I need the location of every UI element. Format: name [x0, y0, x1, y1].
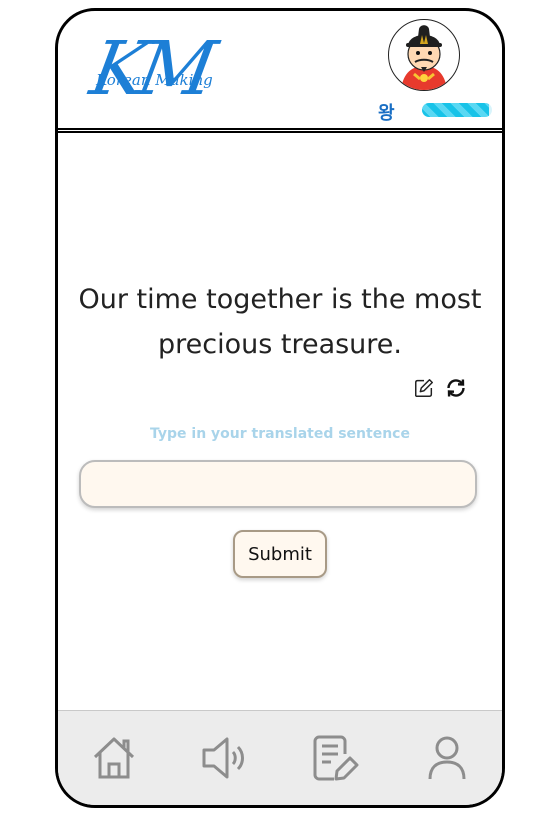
app-logo[interactable]: KM Korean Making — [84, 26, 214, 119]
app-header: KM Korean Making 왕 — [58, 11, 502, 129]
logo-subtitle: Korean Making — [96, 71, 213, 89]
level-progress — [422, 103, 492, 117]
quiz-icon — [313, 735, 359, 781]
level-progress-fill — [422, 103, 489, 117]
translation-input[interactable] — [79, 460, 477, 508]
king-avatar-icon — [401, 25, 447, 90]
user-rank: 왕 — [378, 103, 395, 124]
app-frame: KM Korean Making 왕 Our time together is … — [55, 8, 505, 808]
nav-sound[interactable] — [199, 733, 249, 783]
logo-mark: KM — [84, 26, 215, 112]
refresh-button[interactable] — [444, 376, 468, 400]
home-icon — [93, 737, 135, 779]
speaker-icon — [202, 737, 244, 779]
header-divider — [58, 128, 502, 133]
submit-button[interactable]: Submit — [233, 530, 327, 578]
edit-icon — [415, 379, 433, 397]
source-sentence: Our time together is the most precious t… — [78, 284, 482, 360]
refresh-icon — [447, 379, 465, 397]
nav-profile[interactable] — [422, 733, 472, 783]
edit-button[interactable] — [412, 376, 436, 400]
avatar[interactable] — [388, 19, 460, 91]
nav-quiz[interactable] — [311, 733, 361, 783]
bottom-navigation — [58, 710, 502, 805]
sentence-tools — [412, 376, 468, 400]
user-icon — [428, 736, 466, 780]
translation-instruction: Type in your translated sentence — [150, 426, 410, 442]
nav-home[interactable] — [89, 733, 139, 783]
